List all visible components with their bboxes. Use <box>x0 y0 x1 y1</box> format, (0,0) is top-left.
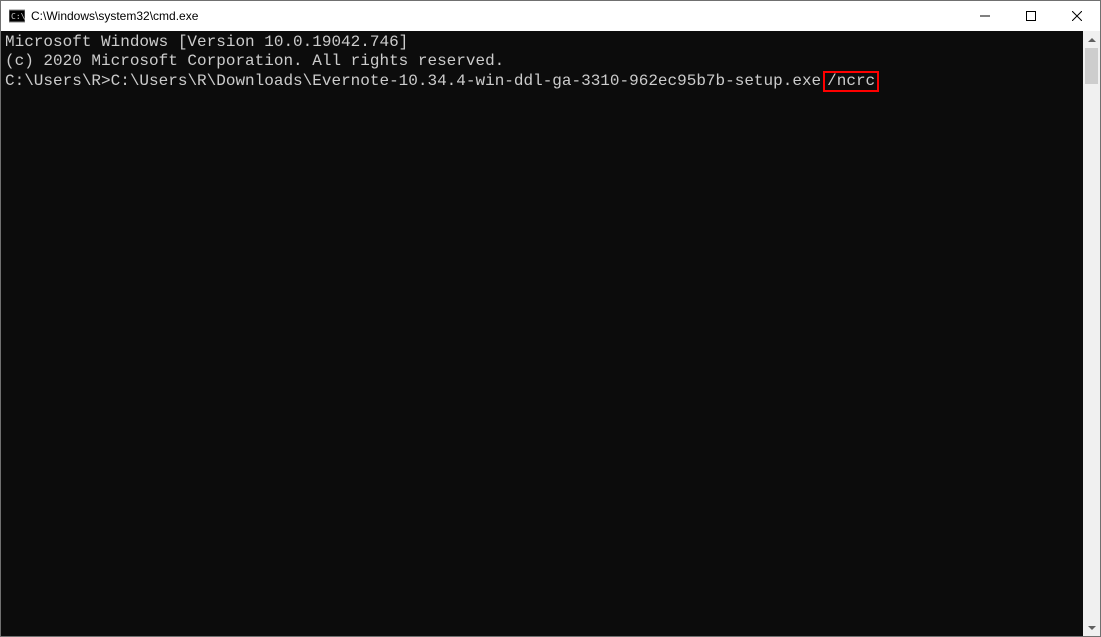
terminal-line: (c) 2020 Microsoft Corporation. All righ… <box>5 52 1083 71</box>
prompt: C:\Users\R> <box>5 72 111 90</box>
svg-text:C:\: C:\ <box>11 12 25 21</box>
command-text: C:\Users\R\Downloads\Evernote-10.34.4-wi… <box>111 72 822 90</box>
vertical-scrollbar[interactable] <box>1083 31 1100 636</box>
minimize-button[interactable] <box>962 1 1008 31</box>
close-button[interactable] <box>1054 1 1100 31</box>
titlebar[interactable]: C:\ C:\Windows\system32\cmd.exe <box>1 1 1100 31</box>
scroll-thumb[interactable] <box>1085 48 1098 84</box>
maximize-button[interactable] <box>1008 1 1054 31</box>
scroll-down-arrow[interactable] <box>1083 619 1100 636</box>
window-title: C:\Windows\system32\cmd.exe <box>31 9 198 23</box>
scroll-track[interactable] <box>1083 48 1100 619</box>
terminal-line: Microsoft Windows [Version 10.0.19042.74… <box>5 33 1083 52</box>
content-area: Microsoft Windows [Version 10.0.19042.74… <box>1 31 1100 636</box>
window-controls <box>962 1 1100 31</box>
terminal-command-line: C:\Users\R>C:\Users\R\Downloads\Evernote… <box>5 71 1083 92</box>
cmd-icon: C:\ <box>9 8 25 24</box>
title-left: C:\ C:\Windows\system32\cmd.exe <box>9 8 198 24</box>
cmd-window: C:\ C:\Windows\system32\cmd.exe <box>0 0 1101 637</box>
terminal[interactable]: Microsoft Windows [Version 10.0.19042.74… <box>1 31 1083 636</box>
highlighted-flag: /ncrc <box>823 71 879 92</box>
scroll-up-arrow[interactable] <box>1083 31 1100 48</box>
